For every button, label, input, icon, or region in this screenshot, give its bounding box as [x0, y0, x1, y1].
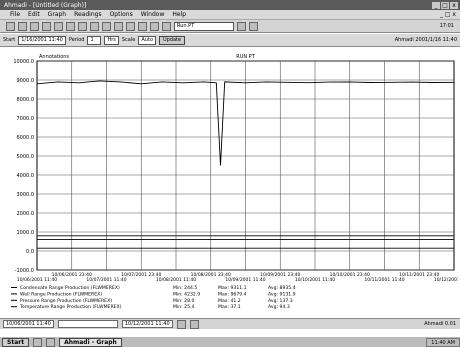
close-button[interactable]: x — [450, 1, 458, 9]
system-tray: 11:40 AM — [426, 337, 460, 347]
scale-select[interactable]: Auto — [138, 35, 156, 45]
table-icon[interactable] — [138, 21, 147, 31]
task-button[interactable]: Ahmadi - Graph — [59, 337, 122, 347]
chart-left-title: Annotations — [39, 54, 69, 60]
open-icon[interactable] — [18, 21, 27, 31]
x-tick-label-bottom: 10/08/2001 11:40 — [156, 277, 196, 283]
cut-icon[interactable] — [54, 21, 63, 31]
minimize-button[interactable]: _ — [432, 1, 440, 9]
menu-bar: File Edit Graph Readings Options Window … — [0, 10, 460, 19]
y-tick-label: 0.0 — [26, 249, 34, 255]
legend-min: Min: 244.5 — [173, 285, 197, 291]
x-tick-label-bottom: 10/10/2001 11:40 — [295, 277, 335, 283]
trend-icon[interactable] — [150, 21, 159, 31]
quicklaunch-icon[interactable] — [33, 337, 43, 347]
chart-icon[interactable] — [126, 21, 135, 31]
taskbar: Start Ahmadi - Graph 11:40 AM — [0, 336, 460, 347]
paste-icon[interactable] — [78, 21, 87, 31]
x-tick-label-bottom: 10/09/2001 11:40 — [225, 277, 265, 283]
update-button[interactable]: Update — [158, 35, 186, 45]
y-tick-label: -1000.0 — [15, 268, 34, 274]
legend-min: Min: 4232.9 — [173, 291, 200, 297]
x-tick-label-bottom: 10/11/2001 11:40 — [364, 277, 404, 283]
maximize-button[interactable]: □ — [441, 1, 449, 9]
zoom-in-icon[interactable] — [90, 21, 99, 31]
menu-graph[interactable]: Graph — [48, 11, 66, 18]
pan-icon[interactable] — [189, 319, 199, 329]
save-icon[interactable] — [30, 21, 39, 31]
legend-avg: Avg: 137.3 — [268, 298, 293, 304]
new-icon[interactable] — [6, 21, 15, 31]
start-label: Start — [3, 37, 16, 43]
period-field[interactable]: 1 — [87, 35, 102, 45]
y-tick-label: 1000.0 — [17, 230, 35, 236]
legend-max: Max: 41.2 — [218, 298, 241, 304]
mdi-controls[interactable]: _ □ x — [440, 11, 460, 18]
x-tick-label-bottom: 10/12/2001 11:40 — [434, 277, 458, 283]
chart-title: RUN PT — [236, 54, 255, 60]
x-tick-label-bottom: 10/07/2001 11:40 — [86, 277, 126, 283]
toolbar-time: 17:01 — [439, 23, 454, 29]
legend-max: Max: 37.1 — [218, 304, 241, 310]
server-status: Ahmadi 2001/1/16 11:40 — [394, 37, 457, 43]
legend-name: Condensate Range Production (FLWMEREX) — [20, 285, 120, 291]
menu-edit[interactable]: Edit — [28, 11, 40, 18]
settings-icon[interactable] — [162, 21, 171, 31]
go-icon[interactable] — [249, 21, 258, 31]
legend-min: Min: 28.0 — [173, 298, 194, 304]
y-tick-label: 3000.0 — [17, 192, 35, 198]
y-tick-label: 2000.0 — [17, 211, 35, 217]
legend-min: Min: 25.4 — [173, 304, 194, 310]
zoom-out-icon[interactable] — [102, 21, 111, 31]
x-tick-label-bottom: 10/06/2001 11:40 — [17, 277, 57, 283]
y-tick-label: 5000.0 — [17, 154, 35, 160]
menu-file[interactable]: File — [10, 11, 20, 18]
status-right: Ahmadi 0.01 — [424, 321, 456, 327]
toolbar: Run.PT 17:01 — [0, 19, 460, 33]
point-field[interactable]: Run.PT — [174, 21, 234, 31]
dropdown-icon[interactable] — [237, 21, 246, 31]
y-tick-label: 9000.0 — [17, 78, 35, 84]
legend-max: Max: 9311.1 — [218, 285, 247, 291]
legend-avg: Avg: 94.3 — [268, 304, 290, 310]
copy-icon[interactable] — [66, 21, 75, 31]
window-controls: _ □ x — [432, 1, 460, 9]
scale-label: Scale — [121, 37, 136, 43]
y-tick-label: 4000.0 — [17, 173, 35, 179]
period-unit-select[interactable]: Hrs — [104, 35, 119, 45]
print-icon[interactable] — [42, 21, 51, 31]
legend-avg: Avg: 8935.4 — [268, 285, 296, 291]
quicklaunch-desktop-icon[interactable] — [46, 337, 56, 347]
legend-max: Max: 9679.4 — [218, 291, 247, 297]
menu-window[interactable]: Window — [141, 11, 165, 18]
legend-name: Temperature Range Production (FLWMEREX) — [19, 304, 122, 310]
y-tick-label: 7000.0 — [17, 116, 35, 122]
zoom-icon[interactable] — [176, 319, 186, 329]
window-title: Ahmadi - [Untitled (Graph)] — [4, 1, 87, 9]
refresh-icon[interactable] — [114, 21, 123, 31]
legend-name: Well Range Production (FLWMEREX) — [20, 291, 102, 297]
menu-options[interactable]: Options — [110, 11, 133, 18]
legend-avg: Avg: 9131.9 — [268, 291, 296, 297]
title-bar: Ahmadi - [Untitled (Graph)] _ □ x — [0, 0, 460, 10]
legend-name: Pressure Range Production (FLWMEREX) — [20, 298, 112, 304]
menu-readings[interactable]: Readings — [74, 11, 101, 18]
y-tick-label: 10000.0 — [13, 59, 34, 65]
status-end-field: 10/12/2001 11:40 — [121, 320, 173, 328]
parameter-bar: Start 1/16/2001 11:40 Period 1 Hrs Scale… — [0, 34, 460, 47]
y-tick-label: 6000.0 — [17, 135, 35, 141]
trend-chart[interactable]: Annotations RUN PT 10000.0 9000.0 8000.0 7000… — [3, 49, 460, 319]
menu-help[interactable]: Help — [172, 11, 186, 18]
period-label: Period — [68, 37, 85, 43]
status-start-field: 10/06/2001 11:40 — [3, 320, 54, 328]
start-button[interactable]: Start — [2, 337, 30, 347]
status-combo[interactable] — [57, 320, 118, 328]
status-bar: 10/06/2001 11:40 10/12/2001 11:40 Ahmadi… — [0, 318, 460, 329]
y-tick-label: 8000.0 — [17, 97, 35, 103]
chart-area: Annotations RUN PT 10000.0 9000.0 8000.0 7000… — [3, 49, 460, 319]
start-date-field[interactable]: 1/16/2001 11:40 — [18, 35, 66, 45]
